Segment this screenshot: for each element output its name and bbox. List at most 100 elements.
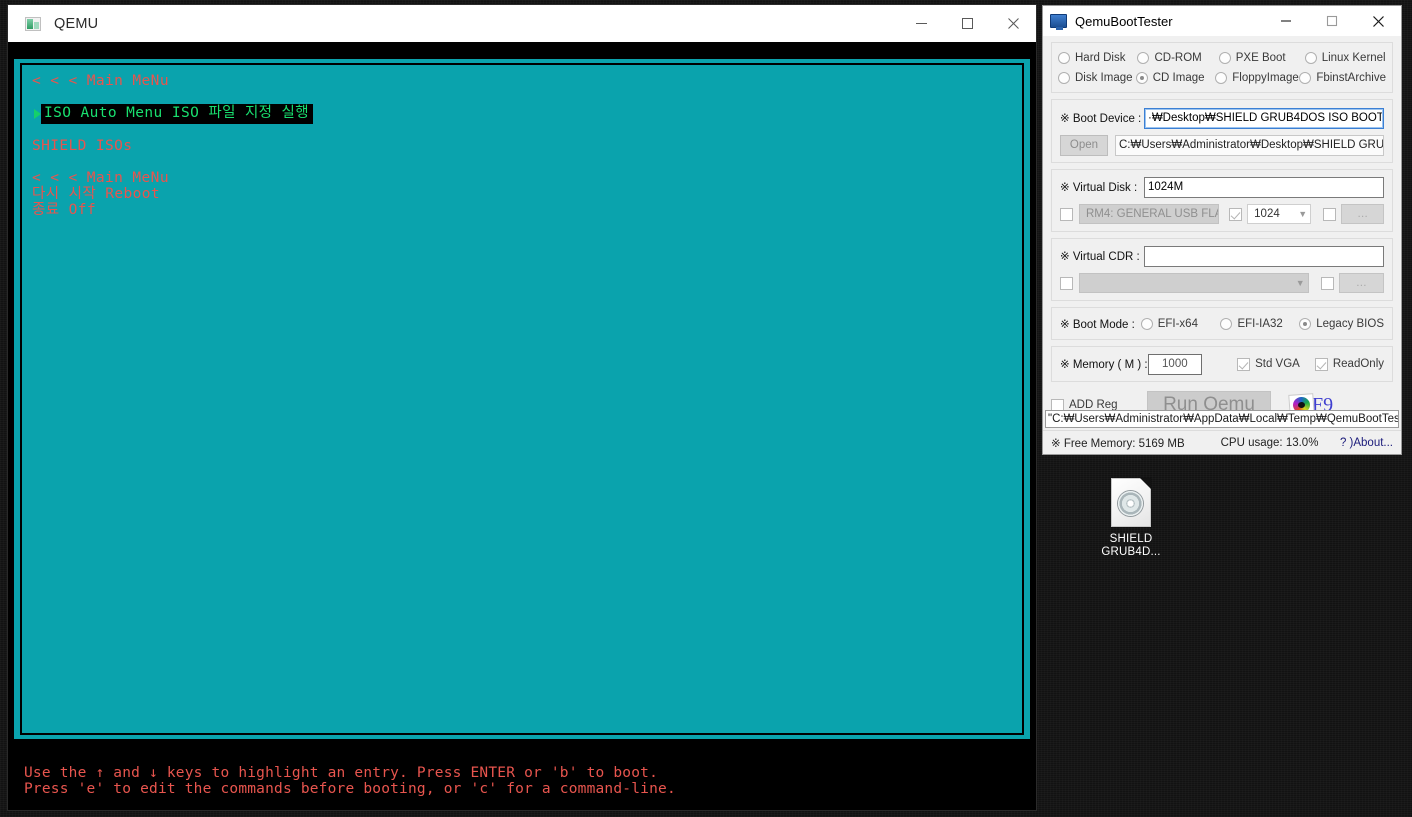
- radio-cd-image[interactable]: CD Image: [1135, 72, 1216, 84]
- radio-cd-rom[interactable]: CD-ROM: [1137, 52, 1218, 64]
- virtual-disk-size-combo-value: 1024: [1254, 208, 1280, 220]
- qemu-app-icon: [25, 16, 41, 31]
- radio-icon: [1058, 72, 1070, 84]
- radio-efi-x64[interactable]: EFI-x64: [1140, 318, 1221, 330]
- checkbox-read-only[interactable]: ReadOnly: [1314, 357, 1384, 371]
- radio-label: FloppyImage: [1232, 72, 1299, 84]
- device-type-row-1: Hard Disk CD-ROM PXE Boot Linux Kernel: [1058, 48, 1386, 68]
- virtual-cdr-device-checkbox[interactable]: [1060, 276, 1073, 290]
- radio-label: CD-ROM: [1154, 52, 1202, 64]
- virtual-disk-browse-button[interactable]: …: [1341, 204, 1385, 224]
- virtual-disk-device-combo-value: RM4: GENERAL USB FLAŞ: [1086, 208, 1220, 220]
- checkbox-icon: [1237, 357, 1251, 371]
- radio-icon: [1220, 318, 1233, 330]
- maximize-icon[interactable]: [944, 5, 990, 42]
- qemu-titlebar[interactable]: QEMU: [8, 5, 1036, 42]
- radio-icon: [1218, 52, 1231, 64]
- virtual-disk-group: ※ Virtual Disk : 1024M RM4: GENERAL USB …: [1051, 169, 1393, 232]
- temp-path-input[interactable]: "C:₩Users₩Administrator₩AppData₩Local₩Te…: [1045, 410, 1399, 428]
- radio-icon: [1304, 52, 1317, 64]
- about-link[interactable]: ? )About...: [1340, 437, 1393, 449]
- virtual-cdr-row: ※ Virtual CDR :: [1060, 245, 1384, 267]
- boot-device-row: ※ Boot Device : ·₩Desktop₩SHIELD GRUB4DO…: [1060, 107, 1384, 129]
- boot-device-input[interactable]: ·₩Desktop₩SHIELD GRUB4DOS ISO BOOT.iso: [1144, 107, 1384, 129]
- grub-menu-panel: < < < Main MeNu ISO Auto Menu ISO 파일 지정 …: [20, 63, 1024, 735]
- virtual-disk-dots-checkbox[interactable]: [1323, 207, 1337, 221]
- desktop-icon-shield-grub4dos[interactable]: SHIELD GRUB4D...: [1088, 478, 1174, 559]
- selection-arrow-icon: [34, 108, 41, 119]
- radio-floppy-image[interactable]: FloppyImage: [1215, 72, 1299, 84]
- device-type-row-2: Disk Image CD Image FloppyImage FbinstAr…: [1058, 68, 1386, 88]
- boot-mode-row: ※ Boot Mode : EFI-x64 EFI-IA32 Legacy BI…: [1060, 314, 1384, 334]
- boot-device-path-display[interactable]: C:₩Users₩Administrator₩Desktop₩SHIELD GR…: [1115, 134, 1384, 156]
- radio-label: EFI-IA32: [1237, 318, 1283, 330]
- radio-icon: [1135, 72, 1148, 84]
- radio-label: Linux Kernel: [1321, 52, 1386, 64]
- qbt-window-controls: [1263, 6, 1401, 36]
- radio-legacy-bios[interactable]: Legacy BIOS: [1299, 318, 1384, 330]
- virtual-cdr-dots-checkbox[interactable]: [1320, 276, 1334, 290]
- virtual-disk-device-checkbox[interactable]: [1060, 207, 1073, 221]
- grub-help-line-1: Use the ↑ and ↓ keys to highlight an ent…: [24, 765, 659, 781]
- grub-menu-item[interactable]: 다시 시작 Reboot: [32, 186, 1022, 202]
- memory-row: ※ Memory ( M ) : 1000 Std VGA ReadOnly: [1060, 353, 1384, 375]
- qemu-vm-screen[interactable]: < < < Main MeNu ISO Auto Menu ISO 파일 지정 …: [8, 42, 1036, 810]
- radio-icon: [1058, 52, 1070, 64]
- memory-input[interactable]: 1000: [1147, 353, 1203, 375]
- checkbox-std-vga[interactable]: Std VGA: [1237, 357, 1315, 371]
- radio-pxe-boot[interactable]: PXE Boot: [1218, 52, 1305, 64]
- grub-spacer: [32, 122, 1022, 138]
- virtual-disk-size-checkbox[interactable]: [1229, 207, 1243, 221]
- radio-efi-ia32[interactable]: EFI-IA32: [1220, 318, 1299, 330]
- grub-help-footer: Use the ↑ and ↓ keys to highlight an ent…: [14, 755, 1030, 810]
- chevron-down-icon: ▼: [1298, 209, 1308, 219]
- virtual-disk-label: ※ Virtual Disk :: [1060, 182, 1138, 194]
- open-button[interactable]: Open: [1060, 134, 1108, 156]
- radio-hard-disk[interactable]: Hard Disk: [1058, 52, 1137, 64]
- checkbox-label: ReadOnly: [1332, 358, 1384, 370]
- virtual-cdr-group: ※ Virtual CDR : ▼ …: [1051, 238, 1393, 301]
- maximize-icon[interactable]: [1309, 6, 1355, 36]
- virtual-cdr-options-row: ▼ …: [1060, 272, 1384, 294]
- grub-menu-item[interactable]: SHIELD ISOs: [32, 138, 1022, 154]
- grub-spacer: [32, 154, 1022, 170]
- virtual-disk-options-row: RM4: GENERAL USB FLAŞ ▼ 1024 ▼ …: [1060, 203, 1385, 225]
- boot-device-label: ※ Boot Device :: [1060, 113, 1142, 125]
- radio-disk-image[interactable]: Disk Image: [1058, 72, 1136, 84]
- close-icon[interactable]: [1355, 6, 1401, 36]
- radio-label: CD Image: [1152, 72, 1205, 84]
- radio-icon: [1215, 72, 1228, 84]
- virtual-disk-size-combo[interactable]: 1024 ▼: [1247, 204, 1312, 224]
- grub-menu-frame: < < < Main MeNu ISO Auto Menu ISO 파일 지정 …: [14, 59, 1030, 739]
- chevron-down-icon: ▼: [1295, 278, 1305, 288]
- virtual-cdr-input[interactable]: [1144, 245, 1384, 267]
- device-type-group: Hard Disk CD-ROM PXE Boot Linux Kernel D…: [1051, 42, 1393, 93]
- radio-icon: [1137, 52, 1150, 64]
- cd-disc-icon: [1118, 491, 1143, 516]
- monitor-icon: [1050, 14, 1067, 30]
- grub-help-line-2: Press 'e' to edit the commands before bo…: [24, 781, 676, 797]
- iso-file-icon: [1111, 478, 1151, 527]
- grub-menu-item[interactable]: 종료 Off: [32, 202, 1022, 218]
- qemu-window[interactable]: QEMU < < < Main MeNu ISO Auto Menu ISO 파…: [8, 5, 1036, 810]
- qbt-titlebar[interactable]: QemuBootTester: [1043, 6, 1401, 36]
- close-icon[interactable]: [990, 5, 1036, 42]
- radio-fbinst-archive[interactable]: FbinstArchive: [1299, 72, 1386, 84]
- minimize-icon[interactable]: [898, 5, 944, 42]
- boot-mode-label: ※ Boot Mode :: [1060, 319, 1135, 331]
- virtual-disk-row: ※ Virtual Disk : 1024M: [1060, 176, 1384, 198]
- boot-mode-group: ※ Boot Mode : EFI-x64 EFI-IA32 Legacy BI…: [1051, 307, 1393, 340]
- grub-selected-label: ISO Auto Menu ISO 파일 지정 실행: [41, 103, 314, 124]
- virtual-cdr-browse-button[interactable]: …: [1338, 273, 1384, 293]
- grub-menu-item[interactable]: < < < Main MeNu: [32, 170, 1022, 186]
- virtual-disk-input[interactable]: 1024M: [1144, 176, 1384, 198]
- radio-label: Hard Disk: [1075, 52, 1126, 64]
- virtual-cdr-device-combo[interactable]: ▼: [1079, 273, 1309, 293]
- radio-label: FbinstArchive: [1316, 72, 1386, 84]
- radio-linux-kernel[interactable]: Linux Kernel: [1304, 52, 1386, 64]
- qemubootester-window[interactable]: QemuBootTester Hard Disk CD-ROM PXE Boot…: [1042, 5, 1402, 455]
- grub-menu-item-selected[interactable]: ISO Auto Menu ISO 파일 지정 실행: [32, 103, 1022, 124]
- minimize-icon[interactable]: [1263, 6, 1309, 36]
- virtual-disk-device-combo[interactable]: RM4: GENERAL USB FLAŞ ▼: [1079, 204, 1220, 224]
- radio-label: PXE Boot: [1235, 52, 1286, 64]
